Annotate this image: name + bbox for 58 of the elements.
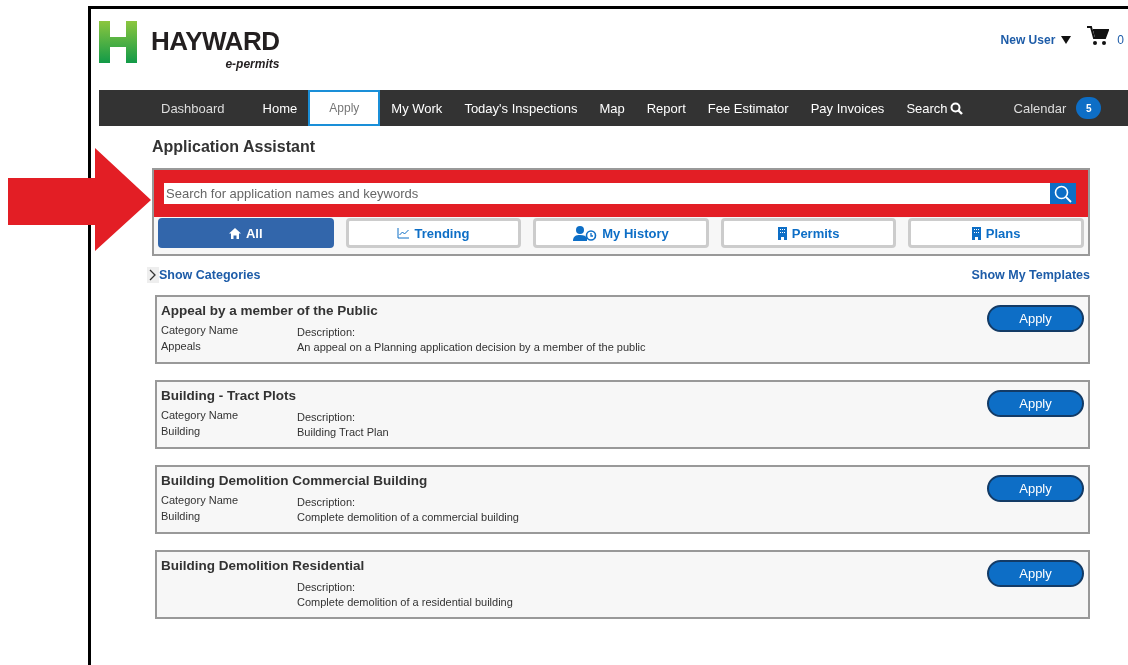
search-icon: [949, 101, 963, 115]
apply-button[interactable]: Apply: [987, 305, 1084, 332]
nav-tab[interactable]: Map: [588, 90, 636, 126]
cart-icon[interactable]: [1087, 26, 1110, 46]
nav-tab[interactable]: Pay Invoices: [799, 90, 896, 126]
description-label: Description:: [297, 496, 357, 508]
apply-button[interactable]: Apply: [987, 560, 1084, 587]
nav-tab[interactable]: My Work: [380, 90, 454, 126]
description-label: Description:: [297, 411, 357, 423]
category-value: Building: [161, 510, 202, 522]
apply-button[interactable]: Apply: [987, 390, 1084, 417]
building-icon: [777, 226, 787, 240]
nav-tab[interactable]: Search: [895, 90, 974, 126]
page-title: Application Assistant: [152, 138, 316, 157]
nav-tab[interactable]: Today's Inspections: [453, 90, 589, 126]
logo-icon: [99, 21, 137, 63]
show-templates-link[interactable]: Show My Templates: [971, 268, 1090, 282]
cart-count: 0: [1117, 33, 1124, 47]
filter-tab[interactable]: Plans: [908, 218, 1084, 248]
category-label: Category Name: [161, 324, 240, 336]
application-title: Building - Tract Plots: [161, 388, 297, 403]
logo-name: HAYWARD: [151, 27, 280, 55]
filter-tab[interactable]: Trending: [345, 218, 522, 248]
category-value: Building: [161, 425, 202, 437]
user-menu[interactable]: New User: [1000, 33, 1056, 47]
description-text: Complete demolition of a commercial building: [297, 511, 519, 523]
show-categories-link[interactable]: Show Categories: [147, 267, 261, 283]
search-button[interactable]: [1050, 183, 1076, 204]
search-field[interactable]: Search for application names and keywords: [164, 183, 1050, 204]
building-icon: [971, 226, 981, 240]
description-text: Complete demolition of a residential building: [297, 596, 513, 608]
category-label: Category Name: [161, 409, 240, 421]
filter-tab[interactable]: Permits: [720, 218, 897, 248]
nav-tab[interactable]: Report: [635, 90, 697, 126]
filter-tab[interactable]: All: [158, 218, 334, 248]
description-text: An appeal on a Planning application decision by a member of the public: [297, 341, 646, 353]
nav-tab[interactable]: Home: [251, 90, 309, 126]
category-value: Appeals: [161, 340, 202, 352]
description-text: Building Tract Plan: [297, 426, 389, 438]
category-label: Category Name: [161, 494, 240, 506]
nav-tab[interactable]: Dashboard: [99, 90, 252, 126]
apply-button[interactable]: Apply: [987, 475, 1084, 502]
count-badge: 5: [1076, 97, 1102, 119]
nav-tab[interactable]: Apply: [308, 90, 381, 126]
calendar-link[interactable]: Calendar: [1013, 100, 1067, 116]
description-label: Description:: [297, 326, 357, 338]
application-title: Building Demolition Commercial Building: [161, 473, 429, 488]
application-title: Appeal by a member of the Public: [161, 303, 379, 318]
nav-tab[interactable]: Fee Estimator: [696, 90, 800, 126]
caret-down-icon[interactable]: [1061, 36, 1072, 44]
chart-icon: [397, 227, 410, 239]
user-clock-icon: [573, 225, 598, 241]
description-label: Description:: [297, 581, 357, 593]
filter-tab[interactable]: My History: [533, 218, 709, 248]
chevron-right-icon: [147, 267, 159, 283]
application-title: Building Demolition Residential: [161, 558, 366, 573]
logo-tagline: e-permits: [225, 57, 280, 71]
home-icon: [229, 227, 241, 239]
